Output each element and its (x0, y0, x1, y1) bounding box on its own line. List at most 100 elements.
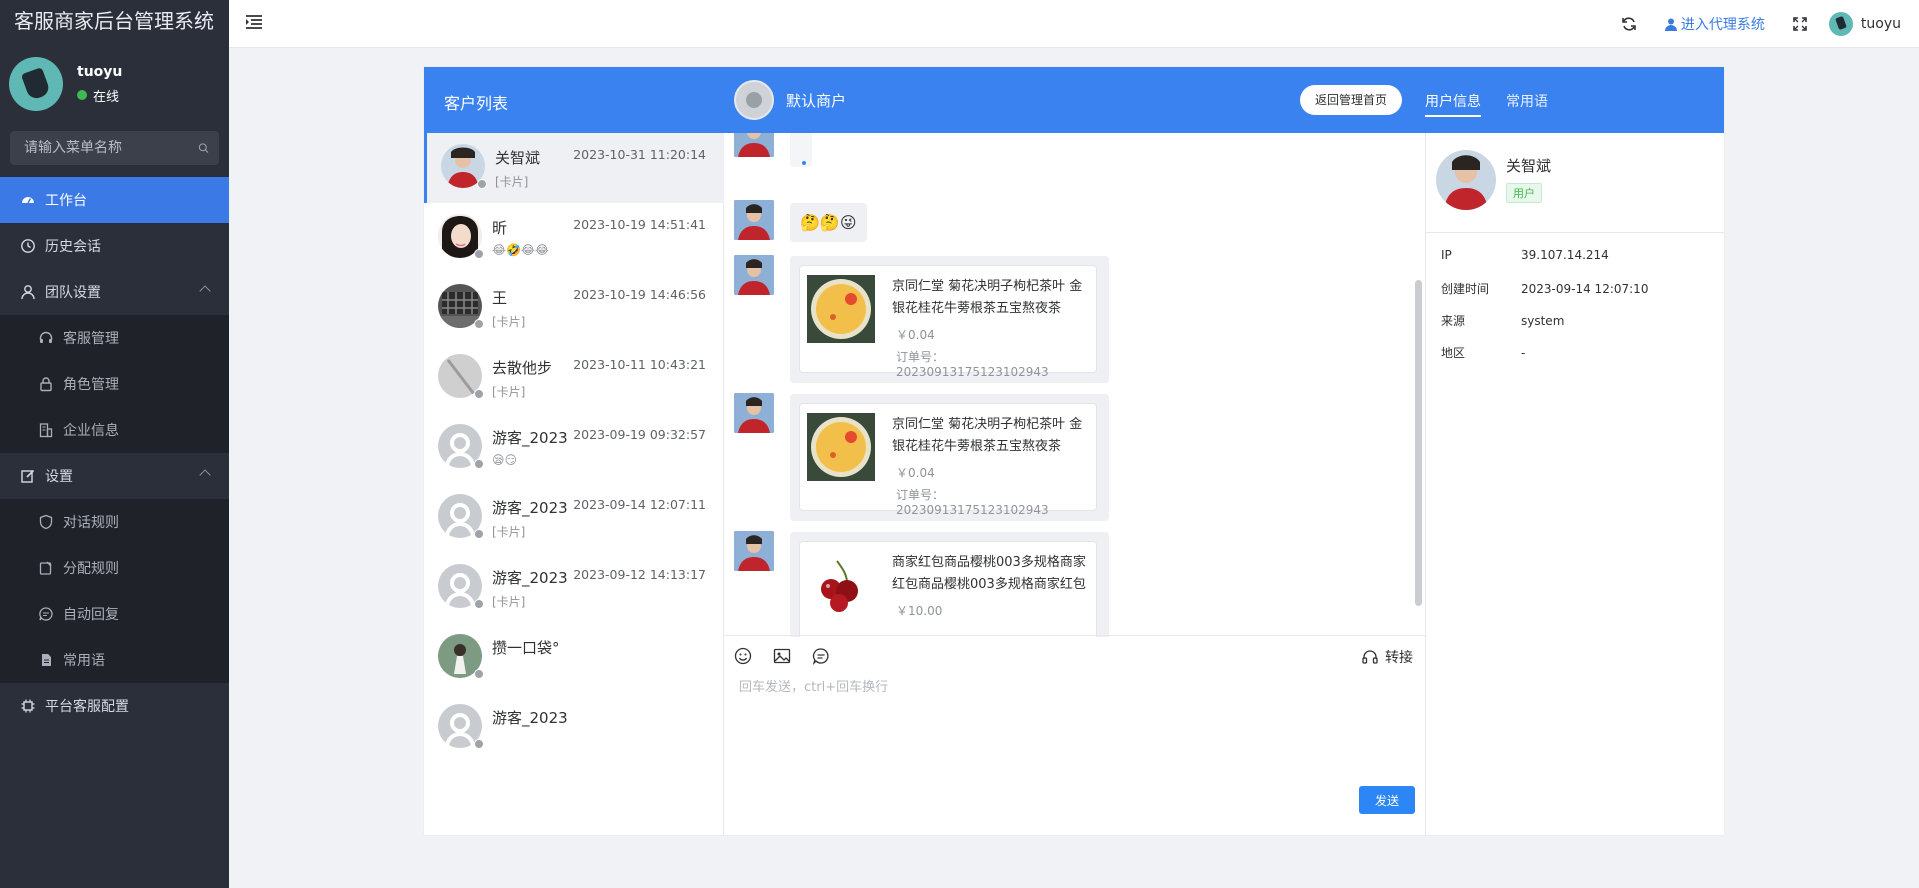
smile-icon[interactable] (734, 647, 752, 665)
order-number: 订单号：20230913175123102943 (896, 488, 1049, 517)
transfer-label: 转接 (1385, 650, 1413, 666)
user-field-created: 创建时间 2023-09-14 12:07:10 (1441, 280, 1648, 297)
product-title: 京同仁堂 菊花决明子枸杞茶叶 金银花桂花牛蒡根茶五宝熬夜茶 (892, 279, 1083, 316)
customer-name: 去散他步 (492, 359, 553, 377)
customer-avatar (734, 133, 774, 157)
sidebar-item-company[interactable]: 企业信息 (0, 407, 229, 453)
chevron-up-icon (199, 285, 211, 297)
customer-item[interactable]: 游客_2023 2023-09-14 12:07:11 [卡片] (424, 483, 724, 553)
image-message[interactable] (790, 133, 812, 167)
sidebar-item-team[interactable]: 团队设置 (0, 269, 229, 315)
message-list: 🤔🤔😜 京同仁堂 菊花决明子枸杞茶叶 金银花桂花牛蒡根茶五宝熬夜茶 ￥0.04 … (725, 133, 1425, 637)
status-text: 在线 (93, 89, 120, 105)
offline-dot-icon (474, 389, 484, 399)
sidebar-item-label: 设置 (45, 469, 73, 485)
sidebar-item-roles[interactable]: 角色管理 (0, 361, 229, 407)
field-label: 地区 (1441, 346, 1466, 360)
message-input[interactable] (739, 676, 1409, 766)
sidebar-item-label: 客服管理 (63, 331, 119, 347)
field-value: system (1521, 314, 1565, 328)
user-menu[interactable]: tuoyu (1828, 12, 1901, 36)
sidebar-username: tuoyu (77, 63, 123, 80)
customer-avatar (734, 255, 774, 295)
fullscreen-icon[interactable] (1793, 17, 1807, 31)
file-icon (42, 654, 51, 666)
search-icon[interactable] (198, 141, 209, 155)
comment-icon[interactable] (812, 647, 830, 665)
sidebar-item-chat-rules[interactable]: 对话规则 (0, 499, 229, 545)
customer-name: 昕 (492, 219, 508, 237)
field-label: 创建时间 (1441, 282, 1490, 296)
offline-dot-icon (474, 739, 484, 749)
sidebar-item-label: 企业信息 (63, 423, 119, 439)
product-card[interactable]: 京同仁堂 菊花决明子枸杞茶叶 金银花桂花牛蒡根茶五宝熬夜茶 ￥0.04 订单号：… (799, 265, 1097, 379)
sidebar-item-settings[interactable]: 设置 (0, 453, 229, 499)
tab-common-phrases[interactable]: 常用语 (1506, 91, 1548, 111)
sidebar-item-label: 团队设置 (45, 285, 101, 301)
settings-submenu: 对话规则 分配规则 自动回复 常用语 (0, 499, 229, 683)
customer-time: 2023-09-12 14:13:17 (573, 567, 706, 582)
chat-icon (39, 607, 53, 621)
sidebar-item-auto-reply[interactable]: 自动回复 (0, 591, 229, 637)
image-icon[interactable] (773, 647, 791, 665)
sidebar-item-phrases[interactable]: 常用语 (0, 637, 229, 683)
sidebar-item-workbench[interactable]: 工作台 (0, 177, 229, 223)
sidebar-item-platform[interactable]: 平台客服配置 (0, 683, 229, 729)
product-title: 京同仁堂 菊花决明子枸杞茶叶 金银花桂花牛蒡根茶五宝熬夜茶 (892, 417, 1083, 454)
lock-icon (40, 377, 52, 392)
avatar[interactable] (9, 57, 63, 111)
team-icon (21, 285, 35, 300)
product-image (807, 275, 875, 343)
user-field-ip: IP 39.107.14.214 (1441, 248, 1609, 262)
sidebar-item-history[interactable]: 历史会话 (0, 223, 229, 269)
sidebar-item-label: 平台客服配置 (45, 699, 129, 715)
menu-search (10, 131, 219, 165)
customer-item[interactable]: 去散他步 2023-10-11 10:43:21 [卡片] (424, 343, 724, 413)
customer-name: 游客_2023 (492, 429, 568, 447)
product-card[interactable]: 商家红包商品樱桃003多规格商家红包商品樱桃003多规格商家红包 ￥10.00 (799, 541, 1097, 637)
customer-last-message: 😂🤣😂😂 (492, 243, 550, 257)
message-composer: 转接 发送 (725, 635, 1425, 835)
sidebar: 客服商家后台管理系统 tuoyu 在线 工作台 历史会话 团队设置 客服管理 角… (0, 0, 229, 888)
customer-avatar (734, 531, 774, 571)
emoji-message: 🤔🤔😜 (790, 203, 867, 242)
user-name: 关智斌 (1506, 157, 1552, 175)
transfer-button[interactable]: 转接 (1361, 647, 1413, 667)
customer-item[interactable]: 关智斌 2023-10-31 11:20:14 [卡片] (424, 133, 724, 203)
customer-item[interactable]: 游客_2023 2023-09-12 14:13:17 [卡片] (424, 553, 724, 623)
sidebar-item-assign-rules[interactable]: 分配规则 (0, 545, 229, 591)
headset-icon (1362, 650, 1378, 664)
customer-item[interactable]: 王 2023-10-19 14:46:56 [卡片] (424, 273, 724, 343)
product-price: ￥0.04 (896, 328, 935, 342)
send-button[interactable]: 发送 (1359, 786, 1415, 814)
agent-system-link[interactable]: 进入代理系统 (1664, 14, 1765, 34)
hamburger-icon[interactable] (245, 14, 263, 30)
customer-item[interactable]: 昕 2023-10-19 14:51:41 😂🤣😂😂 (424, 203, 724, 273)
tab-user-info[interactable]: 用户信息 (1425, 91, 1481, 117)
message-scrollbar[interactable] (1415, 280, 1422, 606)
sidebar-item-label: 常用语 (63, 653, 105, 669)
user-field-source: 来源 system (1441, 312, 1564, 329)
sidebar-item-label: 历史会话 (45, 239, 101, 255)
offline-dot-icon (474, 599, 484, 609)
clock-icon (21, 239, 35, 253)
customer-time: 2023-09-19 09:32:57 (573, 427, 706, 442)
customer-last-message: [卡片] (492, 525, 526, 539)
customer-avatar (734, 200, 774, 240)
app-title: 客服商家后台管理系统 (0, 0, 229, 42)
customer-name: 王 (492, 289, 508, 307)
back-to-admin-button[interactable]: 返回管理首页 (1300, 85, 1403, 115)
online-status: 在线 (77, 86, 122, 105)
product-image (807, 551, 875, 619)
merchant-name: 默认商户 (786, 91, 847, 110)
sidebar-item-agents[interactable]: 客服管理 (0, 315, 229, 361)
sidebar-item-label: 工作台 (45, 193, 87, 209)
refresh-icon[interactable] (1621, 16, 1637, 32)
customer-item[interactable]: 游客_2023 (424, 693, 724, 763)
customer-item[interactable]: 攒一口袋° (424, 623, 724, 693)
product-card[interactable]: 京同仁堂 菊花决明子枸杞茶叶 金银花桂花牛蒡根茶五宝熬夜茶 ￥0.04 订单号：… (799, 403, 1097, 517)
avatar (1828, 12, 1853, 36)
menu-search-input[interactable] (24, 140, 198, 156)
customer-item[interactable]: 游客_2023 2023-09-19 09:32:57 😪😏 (424, 413, 724, 483)
customer-avatar (734, 393, 774, 433)
